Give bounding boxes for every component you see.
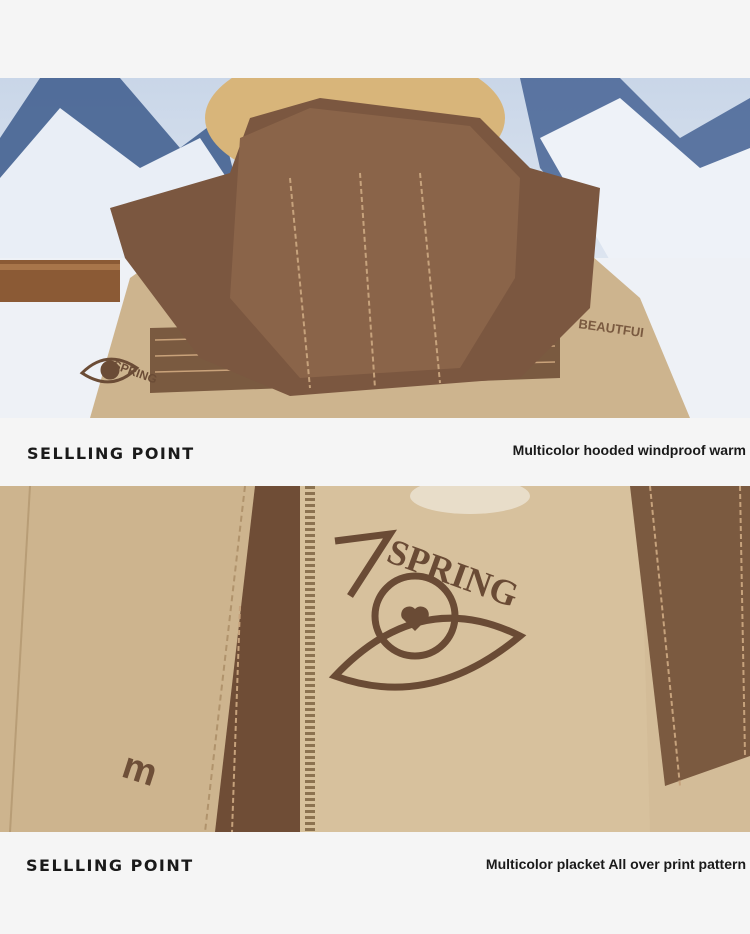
caption-bar-1: SELLLING POINT Multicolor hooded windpro… (0, 418, 750, 486)
spring-eye-print-closeup-photo-icon: m SPRING (0, 486, 750, 832)
placket-print-photo: m SPRING (0, 486, 750, 832)
selling-point-label: SELLLING POINT (27, 444, 195, 463)
hooded-jacket-back-photo-icon: SPRING BEAUTFUI (0, 78, 750, 418)
selling-point-description: Multicolor placket All over print patter… (485, 856, 746, 872)
hooded-jacket-photo: SPRING BEAUTFUI (0, 78, 750, 418)
selling-point-description: Multicolor hooded windproof warm (512, 442, 746, 458)
selling-point-label: SELLLING POINT (26, 856, 194, 875)
caption-bar-2: SELLLING POINT Multicolor placket All ov… (0, 832, 750, 894)
